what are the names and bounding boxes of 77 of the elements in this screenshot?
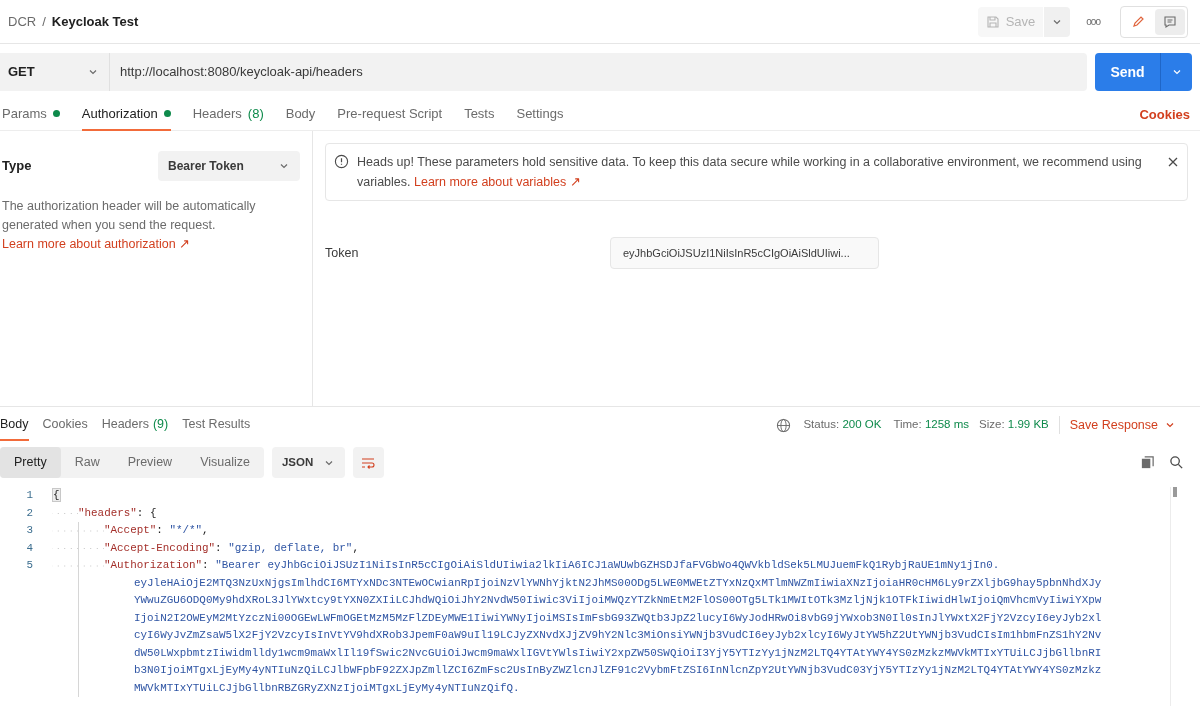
- globe-icon[interactable]: [776, 417, 792, 433]
- search-icon[interactable]: [1169, 455, 1184, 470]
- request-tab[interactable]: Settings: [516, 98, 564, 131]
- json-string: MWVkMTIxYTUiLCJjbGllbnRBZGRyZXNzIjoiMTgxLjEyMy4yNTIuNzQifQ.: [134, 680, 520, 696]
- close-icon[interactable]: [1167, 156, 1179, 168]
- save-icon: [985, 14, 1000, 29]
- response-tab[interactable]: Test Results: [182, 409, 251, 441]
- json-key: "Accept-Encoding": [104, 541, 216, 554]
- wrap-button[interactable]: [352, 447, 384, 478]
- view-mode-tab[interactable]: Preview: [113, 447, 187, 478]
- view-mode-tab[interactable]: Pretty: [0, 447, 61, 478]
- json-string: "*/*": [169, 524, 203, 536]
- view-mode-tab[interactable]: Raw: [60, 447, 114, 478]
- request-tab[interactable]: Headers (8): [192, 98, 264, 131]
- json-string: b3N0IjoiMTgxLjEyMy4yNTIuNzQiLCJlbWFpbF92ZXJpZmllZCI6ZmFsc2UsInByZWZlcnJlZF91c2VybmFtZSI6InNlcnZpY2UtYWNjb3VudC03YjY5YTIzYy1jNzM2LTQ4YTAtYWY4YS0zMzkz: [134, 663, 1102, 678]
- breadcrumb-separator: /: [42, 12, 46, 31]
- view-mode-tab[interactable]: Visualize: [186, 447, 264, 478]
- method-dropdown[interactable]: GET: [0, 53, 110, 91]
- comments-button[interactable]: [1155, 8, 1185, 35]
- response-tab[interactable]: Headers (9): [101, 409, 169, 441]
- learn-more-link[interactable]: Learn more about variables ↗: [414, 175, 581, 189]
- json-string: eyJleHAiOjE2MTQ3NzUxNjgsImlhdCI6MTYxNDc3NTEwOCwianRpIjoiNzVlYWNhYjktN2JhMS00ODg5LWE0MWEtZTYxNzQxMTlmNWZmIiwiaXNzIjoiaHR0cHM6Ly9rZXljbG9hay5pbnNhdXJy: [134, 575, 1102, 591]
- url-field[interactable]: http://localhost:8080/keycloak-api/headers: [110, 53, 1087, 91]
- send-button[interactable]: Send: [1095, 53, 1160, 91]
- status-value: 1258 ms: [924, 418, 970, 431]
- line-number: 1: [25, 488, 33, 503]
- token-field[interactable]: eyJhbGciOiJSUzI1NiIsInR5cCIgOiAiSldUIiwi...: [610, 237, 879, 269]
- json-punctuation: ,: [202, 524, 209, 536]
- learn-more-link[interactable]: Learn more about authorization ↗: [2, 235, 191, 253]
- line-number: 3: [25, 523, 33, 538]
- request-tab[interactable]: Body: [285, 98, 316, 131]
- comment-icon: [1163, 14, 1177, 29]
- copy-icon[interactable]: [1140, 455, 1155, 470]
- json-string: YWwuZGU6ODQ0My9hdXRoL3JlYWxtcy9tYXN0ZXIiLCJhdWQiOiJhY2NvdW50Iiwic3ViIjoiMWQzYTZkNmEtM2FlOS00OTg5LTk1MWItOTk3MzljNjk1OTFkIiwidHlwIjoiQmVhcmVyIiwiYXpw: [134, 593, 1102, 608]
- status-value: 200 OK: [842, 418, 882, 431]
- pencil-icon: [1131, 14, 1145, 29]
- json-string: cyI6WyJvZmZsaW5lX2FjY2VzcyIsInVtYV9hdXRob3JpemF0aW9uIl19LCJyZXNvdXJjZV9hY2Nlc3MiOnsiYWNjb3VudCI6eyJyb2xlcyI6WyJtYW5hZ2UtYWNjb3VudCIsIm1hbmFnZS1hY2Nv: [134, 628, 1102, 643]
- json-string: IjoiN2I2OWEyM2MtYzczNi00OGEwLWFmOGEtMzM5MzFlZDEyMWE1IiwiYWNyIjoiMSIsImFsbG93ZWQtb3JpZ2lucyI6WyJodHRwOi8vbG9jYWxob3N0Il0sInJlYWxtX2FjY2VzcyI6eyJyb2xl: [134, 610, 1102, 626]
- auth-type-dropdown[interactable]: Bearer Token: [158, 151, 300, 181]
- notice-text: Heads up! These parameters hold sensitive data. To keep this data secure while working in a collaborative environment, we recommend using variables. Learn more about variables ↗: [357, 154, 1143, 191]
- status-label: Status:: [803, 418, 840, 431]
- request-tab[interactable]: Pre-request Script: [337, 98, 443, 131]
- cookies-link[interactable]: Cookies: [1139, 104, 1190, 125]
- status-label: Size:: [979, 418, 1005, 431]
- request-tab[interactable]: Tests: [464, 98, 495, 131]
- line-number: 2: [25, 505, 33, 521]
- line-number: 4: [25, 540, 33, 556]
- response-tab[interactable]: Body: [0, 409, 29, 441]
- type-label: Type: [2, 157, 32, 176]
- save-response-button[interactable]: Save Response: [1069, 415, 1176, 435]
- token-label: Token: [325, 244, 360, 262]
- format-dropdown[interactable]: JSON: [271, 447, 345, 478]
- auth-description: The authorization header will be automatically generated when you send the request.: [2, 198, 257, 234]
- json-punctuation: ,: [352, 541, 359, 554]
- send-dropdown-button[interactable]: [1160, 53, 1192, 91]
- breadcrumb-link[interactable]: DCR: [8, 11, 37, 32]
- json-punctuation: : {: [136, 506, 157, 519]
- more-button[interactable]: ooo: [1086, 14, 1100, 29]
- response-tab[interactable]: Cookies: [42, 409, 88, 441]
- json-key: "Accept": [104, 524, 157, 536]
- json-punctuation: :: [202, 559, 210, 571]
- status-label: Time:: [893, 418, 922, 431]
- json-punctuation: :: [215, 541, 223, 554]
- json-punctuation: :: [156, 524, 164, 536]
- json-string: "Bearer eyJhbGciOiJSUzI1NiIsInR5cCIgOiAiSldUIiwia2lkIiA6ICJ1aWUwbGZHSDJfaFVGbWo4QWVkbldSek5LMUJuemFkQ1RybjRaUE1mNy1jIn0.: [215, 559, 1000, 571]
- json-string: "gzip, deflate, br": [228, 541, 353, 554]
- request-tab[interactable]: Params: [2, 98, 60, 131]
- request-title: Keycloak Test: [51, 12, 139, 31]
- json-key: "headers": [78, 506, 137, 519]
- request-tab[interactable]: Authorization: [81, 98, 171, 131]
- line-number: 5: [25, 558, 33, 573]
- status-value: 1.99 KB: [1007, 418, 1049, 431]
- json-punctuation: {: [52, 488, 61, 502]
- scrollbar[interactable]: [1170, 487, 1180, 706]
- info-icon: [334, 154, 349, 169]
- json-string: dW50LWxpbmtzIiwidmlldy1wcm9maWxlIl19fSwic2NvcGUiOiJwcm9maWxlIGVtYWlsIiwiY2xpZW50SWQiOiI3YjY5YTIzYy1jNzM2LTQ4YTAtYWY4YS0zMzkzMWVkMTIxYTUiLCJjbGllbnRI: [134, 645, 1102, 661]
- json-key: "Authorization": [104, 559, 203, 571]
